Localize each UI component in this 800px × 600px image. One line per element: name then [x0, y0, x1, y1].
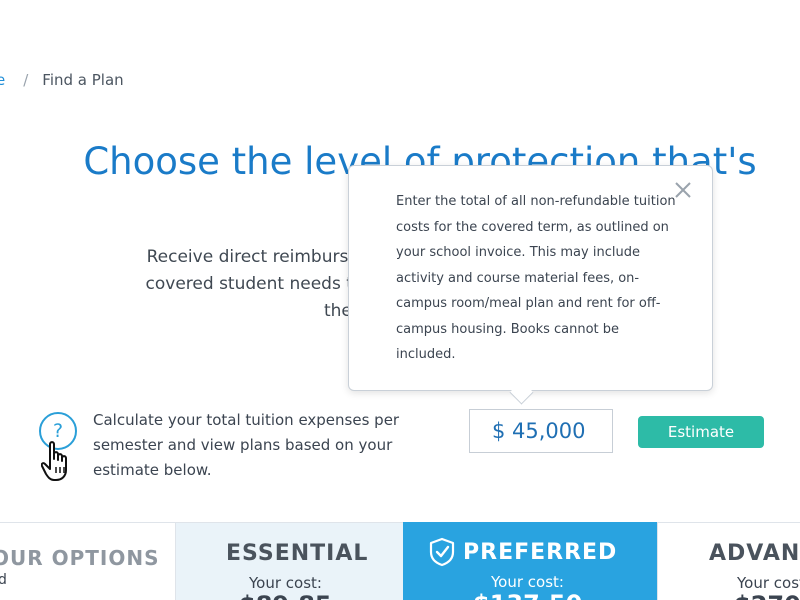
estimate-button[interactable]: Estimate	[638, 416, 764, 448]
tooltip-text: Enter the total of all non-refundable tu…	[396, 194, 676, 362]
options-title: OUR OPTIONS	[0, 546, 160, 570]
hand-pointer-cursor-icon	[41, 441, 67, 481]
plan-price: $270	[734, 591, 800, 600]
tuition-help-tooltip: Enter the total of all non-refundable tu…	[348, 165, 713, 405]
plan-name: ESSENTIAL	[226, 541, 369, 566]
close-icon[interactable]	[671, 178, 695, 202]
calculator-description: Calculate your total tuition expenses pe…	[93, 411, 400, 479]
tuition-amount-input[interactable]: $ 45,000	[469, 409, 613, 453]
plan-advantage[interactable]: ADVANTAGE Your cost: $270	[657, 522, 800, 600]
plan-name: PREFERRED	[463, 540, 618, 565]
plan-comparison: OUR OPTIONS d ESSENTIAL Your cost: $89.8…	[0, 522, 800, 600]
plan-essential[interactable]: ESSENTIAL Your cost: $89.85	[175, 522, 403, 600]
plan-name: ADVANTAGE	[709, 541, 800, 566]
breadcrumb: e / Find a Plan	[0, 71, 124, 89]
plan-price: $89.85	[239, 591, 332, 600]
plan-price: $137.50	[473, 590, 582, 600]
breadcrumb-home-link[interactable]: e	[0, 71, 5, 89]
tooltip-arrow	[509, 380, 534, 405]
plan-cost-label: Your cost:	[491, 573, 564, 591]
plan-preferred[interactable]: PREFERRED Your cost: $137.50	[403, 522, 657, 600]
plan-options-column: OUR OPTIONS d	[0, 522, 175, 600]
breadcrumb-current: Find a Plan	[42, 71, 124, 89]
plan-cost-label: Your cost:	[249, 574, 322, 592]
shield-check-icon	[429, 537, 455, 567]
plan-cost-label: Your cost:	[737, 574, 800, 592]
breadcrumb-separator: /	[23, 71, 29, 89]
options-subtitle: d	[0, 572, 7, 588]
